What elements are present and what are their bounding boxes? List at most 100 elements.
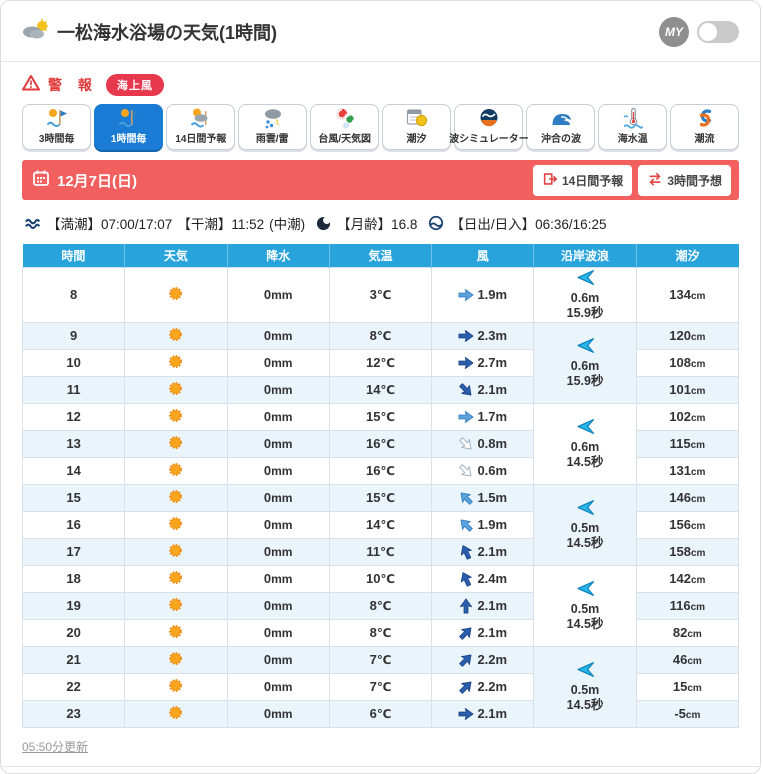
weather-cell bbox=[124, 483, 228, 512]
tide-cell: 102cm bbox=[635, 402, 740, 431]
warning-triangle-icon bbox=[22, 74, 40, 96]
wave-height: 0.6m bbox=[570, 290, 600, 305]
sun-windsock-icon bbox=[45, 105, 69, 131]
wave-height: 0.5m bbox=[570, 682, 600, 697]
precip-cell: 0mm bbox=[226, 645, 330, 674]
precip-cell: 0mm bbox=[226, 456, 330, 485]
column-header-5: 沿岸波浪 bbox=[533, 244, 637, 267]
wind-speed: 2.4m bbox=[477, 571, 508, 586]
fourteen-day-forecast-button[interactable]: 14日間予報 bbox=[532, 164, 633, 196]
sunny-icon bbox=[167, 516, 184, 535]
weather-cell bbox=[124, 699, 228, 728]
calendar-icon bbox=[32, 169, 50, 191]
wind-arrow-icon bbox=[455, 675, 478, 698]
column-header-2: 降水 bbox=[227, 244, 330, 267]
sun-times-info: 【日出/日入】06:36/16:25 bbox=[450, 217, 607, 232]
tab-wavesim[interactable]: 波シミュレーター bbox=[449, 104, 528, 150]
wind-cell: 1.9m bbox=[431, 510, 535, 539]
tide-calendar-icon bbox=[405, 105, 429, 131]
three-hour-forecast-button[interactable]: 3時間予想 bbox=[638, 164, 731, 196]
tide-cell: 15cm bbox=[635, 672, 740, 701]
wind-speed: 2.1m bbox=[477, 544, 508, 559]
sunny-icon bbox=[167, 354, 184, 373]
tab-offshorewave[interactable]: 沖合の波 bbox=[526, 104, 595, 150]
weather-cell bbox=[124, 645, 228, 674]
tab-typhoon[interactable]: 台風/天気図 bbox=[310, 104, 379, 150]
wave-simulator-icon bbox=[477, 105, 501, 131]
precip-cell: 0mm bbox=[226, 429, 330, 458]
sea-wind-warning-badge[interactable]: 海上風 bbox=[105, 74, 164, 96]
switch-icon bbox=[647, 171, 663, 190]
current-date: 12月7日(日) bbox=[57, 172, 138, 190]
coastal-wave-cell: 0.5m 14.5秒 bbox=[533, 564, 637, 647]
button-label: 3時間予想 bbox=[667, 173, 722, 188]
temp-cell: 8℃ bbox=[328, 591, 433, 620]
wind-cell: 2.1m bbox=[431, 537, 535, 566]
wind-speed: 2.3m bbox=[477, 328, 508, 343]
weather-cell bbox=[124, 402, 228, 431]
weather-page: 一松海水浴場の天気(1時間) MY 警 報 海上風 3時間毎 1時間毎 14日間予報… bbox=[0, 0, 761, 774]
wind-cell: 2.1m bbox=[431, 375, 535, 404]
sunny-icon bbox=[167, 543, 184, 562]
wind-arrow-icon bbox=[455, 432, 478, 455]
forecast-row-8: 8 0mm 3℃ 1.9m 0.6m 15.9秒 134cm bbox=[21, 266, 740, 323]
temp-cell: 3℃ bbox=[328, 266, 433, 323]
tab-tide[interactable]: 潮汐 bbox=[382, 104, 451, 150]
precip-cell: 0mm bbox=[226, 483, 330, 512]
wave-height: 0.5m bbox=[570, 520, 600, 535]
tab-3hourly[interactable]: 3時間毎 bbox=[22, 104, 91, 150]
table-body: 8 0mm 3℃ 1.9m 0.6m 15.9秒 134cm 9 0mm 8℃ 2.3m 0.6m 15… bbox=[21, 266, 740, 728]
tab-current[interactable]: 潮流 bbox=[670, 104, 739, 150]
my-toggle[interactable] bbox=[697, 21, 739, 43]
tab-label: 3時間毎 bbox=[38, 133, 75, 145]
wind-cell: 2.4m bbox=[431, 564, 535, 593]
high-tide-info: 【満潮】07:00/17:07 bbox=[47, 217, 173, 232]
tide-cell: 131cm bbox=[635, 456, 740, 485]
wave-direction-left-icon bbox=[575, 499, 596, 520]
sunny-icon bbox=[167, 597, 184, 616]
my-button[interactable]: MY bbox=[659, 17, 689, 47]
temp-cell: 6℃ bbox=[328, 699, 433, 728]
tide-info-line: 【満潮】07:00/17:07 【干潮】11:52 (中潮) 【月齢】16.8 … bbox=[24, 213, 737, 233]
tab-bar: 3時間毎 1時間毎 14日間予報 雨雲/雷 台風/天気図 潮汐 波シミュレーター 沖合の波 海水… bbox=[22, 104, 739, 150]
wind-speed: 2.1m bbox=[477, 706, 508, 721]
precip-cell: 0mm bbox=[226, 321, 330, 350]
updated-time-link[interactable]: 05:50分更新 bbox=[22, 738, 88, 755]
wind-arrow-icon bbox=[455, 621, 478, 644]
wind-cell: 2.1m bbox=[431, 618, 535, 647]
weather-cell bbox=[124, 456, 228, 485]
temp-cell: 8℃ bbox=[328, 321, 433, 350]
wind-speed: 2.1m bbox=[477, 382, 508, 397]
wave-period: 14.5秒 bbox=[566, 616, 604, 631]
tab-raincloud[interactable]: 雨雲/雷 bbox=[238, 104, 307, 150]
wave-direction-left-icon bbox=[575, 337, 596, 358]
wind-speed: 2.2m bbox=[477, 652, 508, 667]
sunny-icon bbox=[167, 408, 184, 427]
tab-label: 台風/天気図 bbox=[318, 133, 371, 145]
tide-cell: 46cm bbox=[635, 645, 740, 674]
wind-arrow-icon bbox=[455, 378, 478, 401]
sea-temp-icon bbox=[621, 105, 645, 131]
table-header: 時間 天気 降水 気温風沿岸波浪 潮汐 bbox=[22, 244, 739, 267]
tab-seatemp[interactable]: 海水温 bbox=[598, 104, 667, 150]
page-title: 一松海水浴場の天気(1時間) bbox=[57, 23, 277, 43]
precip-cell: 0mm bbox=[226, 672, 330, 701]
tab-1hourly[interactable]: 1時間毎 bbox=[94, 104, 163, 150]
wind-speed: 2.2m bbox=[477, 679, 508, 694]
warning-link[interactable]: 警 報 bbox=[48, 75, 98, 95]
temp-cell: 7℃ bbox=[328, 645, 433, 674]
header-divider bbox=[1, 61, 760, 62]
tab-14day[interactable]: 14日間予報 bbox=[166, 104, 235, 150]
weather-cell bbox=[124, 375, 228, 404]
temp-cell: 16℃ bbox=[328, 456, 433, 485]
date-bar: 12月7日(日) 14日間予報 3時間予想 bbox=[22, 160, 739, 200]
precip-cell: 0mm bbox=[226, 348, 330, 377]
wind-cell: 2.2m bbox=[431, 645, 535, 674]
precip-cell: 0mm bbox=[226, 266, 330, 323]
wave-period: 14.5秒 bbox=[566, 535, 604, 550]
wind-arrow-icon bbox=[455, 648, 478, 671]
sunny-icon bbox=[167, 678, 184, 697]
tab-label: 波シミュレーター bbox=[448, 133, 529, 145]
wind-cell: 1.7m bbox=[431, 402, 535, 431]
weather-cell bbox=[124, 510, 228, 539]
